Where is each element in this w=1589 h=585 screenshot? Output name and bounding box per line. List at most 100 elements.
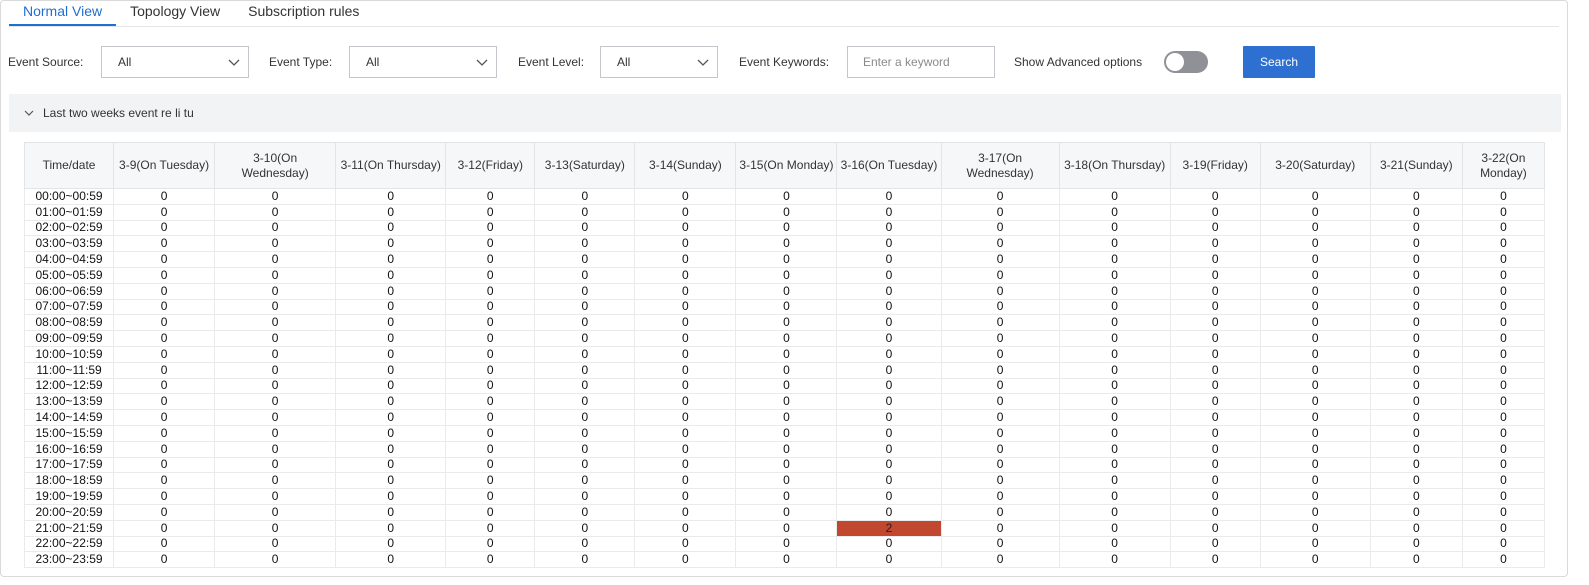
- event-count-cell: 0: [214, 188, 337, 205]
- event-count-cell: 0: [735, 282, 838, 300]
- event-count-cell: 0: [1058, 488, 1171, 505]
- event-count-cell: 0: [735, 456, 838, 474]
- time-slot-cell: 11:00~11:59: [23, 361, 115, 379]
- column-header: 3-16(On Tuesday): [836, 142, 942, 189]
- event-count-cell: 0: [335, 488, 447, 505]
- event-count-cell: 0: [1259, 519, 1371, 537]
- event-count-cell: 0: [1058, 361, 1171, 379]
- event-count-cell: 0: [335, 314, 447, 332]
- event-count-cell: 0: [1058, 456, 1171, 474]
- event-count-cell: 0: [634, 440, 737, 458]
- event-count-cell: 0: [113, 330, 216, 347]
- event-count-cell: 0: [940, 188, 1060, 205]
- event-count-cell: 0: [735, 345, 838, 363]
- event-count-cell: 0: [735, 440, 838, 458]
- time-slot-cell: 05:00~05:59: [23, 266, 115, 284]
- event-count-cell: 0: [1259, 409, 1371, 426]
- event-count-cell: 0: [214, 282, 337, 300]
- chevron-down-icon: [697, 59, 709, 66]
- event-count-cell: 0: [113, 251, 216, 268]
- event-count-cell: 0: [836, 361, 942, 379]
- event-count-cell: 0: [634, 314, 737, 332]
- time-slot-cell: 06:00~06:59: [23, 282, 115, 300]
- event-count-cell: 0: [214, 409, 337, 426]
- event-count-cell: 0: [534, 488, 636, 505]
- table-row: 07:00~07:59 0 0 0 0 0 0 0 0 0 0 0 0 0 0: [23, 298, 1546, 316]
- event-count-cell: 0: [735, 251, 838, 268]
- column-header: 3-13(Saturday): [534, 142, 636, 189]
- event-count-cell: 0: [534, 330, 636, 347]
- time-slot-cell: 15:00~15:59: [23, 424, 115, 442]
- event-source-select[interactable]: All: [101, 46, 249, 78]
- time-slot-cell: 23:00~23:59: [23, 551, 115, 569]
- event-count-cell: 0: [445, 440, 536, 458]
- tab-subscription-rules[interactable]: Subscription rules: [234, 1, 373, 26]
- table-row: 23:00~23:59 0 0 0 0 0 0 0 0 0 0 0 0 0 0: [23, 551, 1546, 569]
- event-count-cell: 0: [214, 330, 337, 347]
- event-count-cell: 0: [1369, 251, 1463, 268]
- event-count-cell: 0: [445, 282, 536, 300]
- event-count-cell: 0: [534, 440, 636, 458]
- event-count-cell: 0: [335, 266, 447, 284]
- event-count-cell: 2: [836, 519, 942, 537]
- event-count-cell: 0: [634, 409, 737, 426]
- event-count-cell: 0: [1369, 330, 1463, 347]
- event-type-select[interactable]: All: [349, 46, 497, 78]
- event-count-cell: 0: [634, 251, 737, 268]
- event-count-cell: 0: [634, 377, 737, 395]
- event-count-cell: 0: [445, 488, 536, 505]
- event-count-cell: 0: [214, 472, 337, 490]
- event-count-cell: 0: [113, 377, 216, 395]
- event-count-cell: 0: [445, 409, 536, 426]
- event-count-cell: 0: [940, 440, 1060, 458]
- event-count-cell: 0: [1461, 503, 1546, 521]
- event-level-select[interactable]: All: [600, 46, 718, 78]
- event-count-cell: 0: [534, 345, 636, 363]
- event-count-cell: 0: [445, 314, 536, 332]
- advanced-options-toggle[interactable]: [1164, 51, 1208, 73]
- event-count-cell: 0: [1461, 409, 1546, 426]
- event-count-cell: 0: [940, 424, 1060, 442]
- event-count-cell: 0: [1058, 188, 1171, 205]
- event-count-cell: 0: [634, 503, 737, 521]
- event-count-cell: 0: [1259, 472, 1371, 490]
- event-calendar-collapse-header[interactable]: Last two weeks event re li tu: [9, 94, 1561, 132]
- event-count-cell: 0: [1461, 219, 1546, 237]
- tab-topology-view[interactable]: Topology View: [116, 1, 234, 26]
- event-count-cell: 0: [1169, 235, 1261, 253]
- event-count-cell: 0: [1169, 203, 1261, 221]
- event-count-cell: 0: [445, 203, 536, 221]
- event-count-cell: 0: [634, 266, 737, 284]
- column-header: 3-20(Saturday): [1259, 142, 1371, 189]
- event-count-cell: 0: [1058, 330, 1171, 347]
- event-count-cell: 0: [634, 393, 737, 411]
- event-count-cell: 0: [534, 314, 636, 332]
- table-row: 14:00~14:59 0 0 0 0 0 0 0 0 0 0 0 0 0 0: [23, 409, 1546, 426]
- event-count-cell: 0: [735, 314, 838, 332]
- event-count-cell: 0: [445, 424, 536, 442]
- time-slot-cell: 16:00~16:59: [23, 440, 115, 458]
- event-count-cell: 0: [836, 393, 942, 411]
- event-count-cell: 0: [1259, 535, 1371, 553]
- event-count-cell: 0: [1169, 488, 1261, 505]
- event-count-cell: 0: [1169, 393, 1261, 411]
- tab-normal-view[interactable]: Normal View: [9, 1, 117, 26]
- event-count-cell: 0: [214, 519, 337, 537]
- advanced-options-label: Show Advanced options: [1014, 55, 1143, 69]
- event-count-cell: 0: [335, 282, 447, 300]
- search-button[interactable]: Search: [1243, 46, 1315, 78]
- event-count-cell: 0: [940, 503, 1060, 521]
- event-type-label: Event Type:: [269, 55, 333, 69]
- event-count-cell: 0: [534, 266, 636, 284]
- event-count-cell: 0: [1169, 219, 1261, 237]
- event-count-cell: 0: [1259, 314, 1371, 332]
- event-count-cell: 0: [940, 519, 1060, 537]
- event-keywords-input[interactable]: [847, 46, 995, 78]
- table-row: 02:00~02:59 0 0 0 0 0 0 0 0 0 0 0 0 0 0: [23, 219, 1546, 237]
- event-count-cell: 0: [940, 535, 1060, 553]
- event-count-cell: 0: [634, 456, 737, 474]
- event-count-cell: 0: [1369, 345, 1463, 363]
- time-slot-cell: 01:00~01:59: [23, 203, 115, 221]
- event-count-cell: 0: [735, 298, 838, 316]
- event-count-cell: 0: [214, 314, 337, 332]
